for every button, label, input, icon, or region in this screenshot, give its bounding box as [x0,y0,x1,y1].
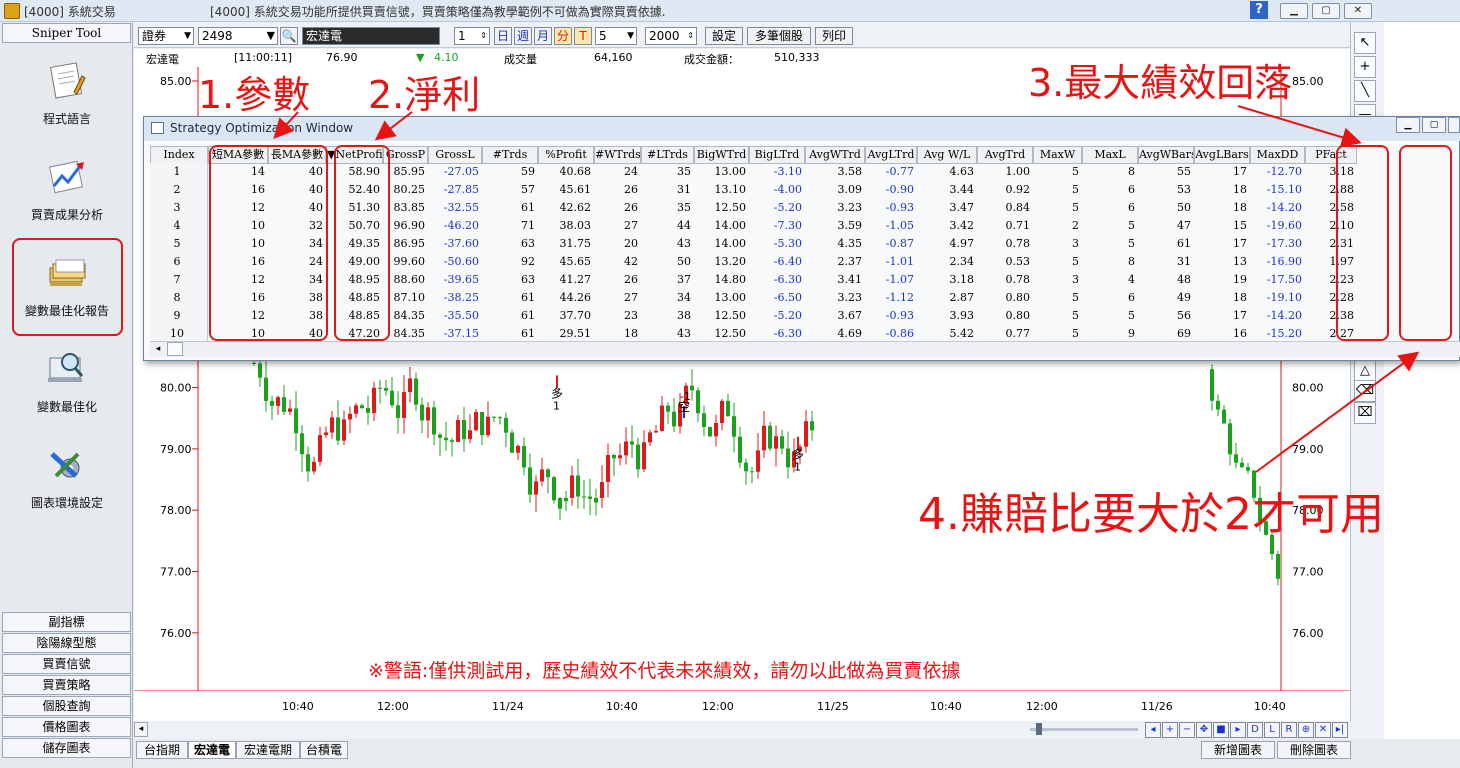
annotation-arrows [273,105,1420,473]
arrow-pfact [1255,351,1420,473]
arrow-params [273,111,299,139]
arrow-net-profit [374,111,413,141]
arrow-max-dd [1237,105,1362,147]
app-window: [4000] 系統交易 [4000] 系統交易功能所提供買賣信號，買賣策略僅為教… [0,0,1460,768]
